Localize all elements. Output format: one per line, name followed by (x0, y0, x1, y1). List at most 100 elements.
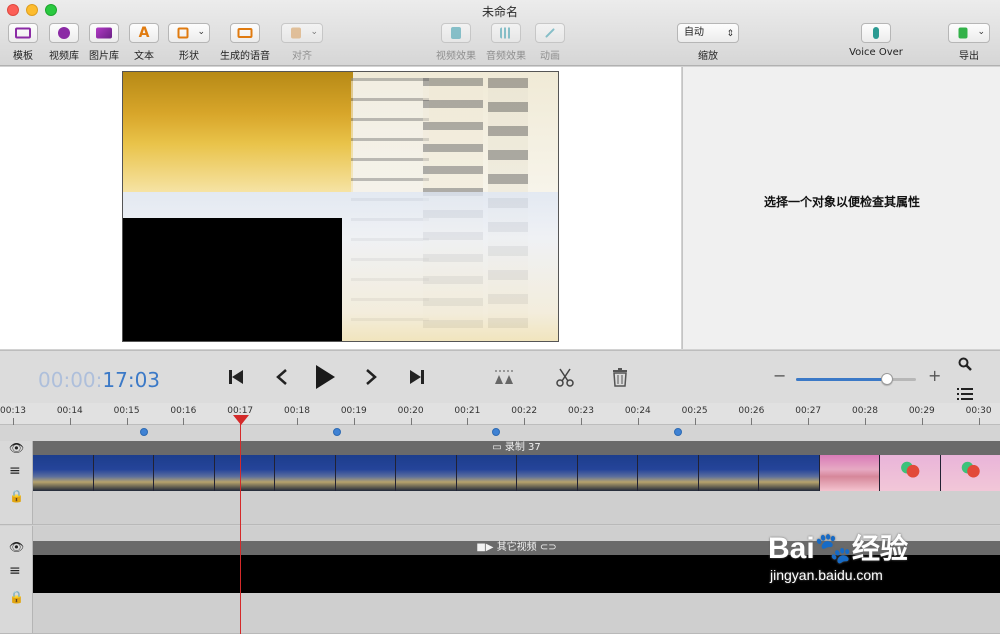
timeline-marker[interactable] (491, 428, 500, 436)
chevron-down-icon: ⌄ (310, 27, 318, 37)
play-icon (316, 365, 335, 389)
zoom-in-icon[interactable]: + (928, 366, 941, 385)
timeline-ruler[interactable]: 00:13 00:14 00:15 00:16 00:17 00:18 00:19 00:20… (0, 403, 1000, 425)
text-a-icon: A (138, 25, 150, 41)
skip-to-start-button[interactable] (223, 363, 249, 391)
ruler-tick-label: 00:21 (454, 406, 481, 416)
magnifier-icon[interactable] (958, 357, 972, 371)
clip-header[interactable]: ▭ 录制 37 (33, 441, 1000, 455)
ruler-tick (921, 418, 923, 425)
ruler-tick-label: 00:20 (397, 406, 424, 416)
step-forward-icon (366, 369, 377, 385)
align-button[interactable]: ⌄ 对齐 (281, 23, 323, 62)
shape-button[interactable]: ⌄ 形状 (168, 23, 210, 62)
image-icon (96, 27, 112, 39)
filmstrip-frame (154, 455, 215, 491)
timecode-dim: 00:00: (38, 368, 103, 392)
canvas-area[interactable] (0, 67, 681, 349)
text-button[interactable]: A 文本 (129, 23, 159, 62)
video-effects-label: 视频效果 (436, 51, 476, 62)
timeline-zoom-slider[interactable] (796, 373, 916, 385)
eye-icon[interactable]: 👁 (9, 540, 24, 554)
timeline-marker[interactable] (673, 428, 682, 436)
cut-button[interactable] (552, 363, 578, 391)
zoom-select[interactable]: 自动 ⇕ (677, 23, 739, 43)
track-controls: 👁 ≡ 🔒 (0, 526, 33, 633)
step-forward-button[interactable] (358, 363, 384, 391)
inspector-empty-message: 选择一个对象以便检查其属性 (763, 195, 920, 209)
camera-icon: ■▶ (476, 542, 494, 553)
drag-handle-icon[interactable]: ≡ (9, 563, 21, 579)
up-down-chevron-icon: ⇕ (726, 29, 734, 39)
ruler-tick-label: 00:14 (56, 406, 83, 416)
ruler-tick-label: 00:18 (284, 406, 310, 416)
eye-icon[interactable]: 👁 (9, 441, 24, 455)
track-recording[interactable]: 👁 ≡ 🔒 ▭ 录制 37 (0, 441, 1000, 525)
skip-end-icon (410, 370, 424, 384)
playhead-line[interactable] (240, 416, 242, 634)
split-button[interactable] (491, 363, 517, 391)
timeline-marker[interactable] (332, 428, 341, 436)
toolbar: 未命名 模板 视频库 图片库 A 文本 ⌄ 形状 生成的语音 ⌄ 对齐 视频效果… (0, 0, 1000, 66)
export-button[interactable]: ⌄ 导出 (948, 23, 990, 62)
ruler-tick (13, 418, 14, 425)
zoom-control[interactable]: 自动 ⇕ 缩放 (677, 23, 739, 62)
animation-button[interactable]: 动画 (535, 23, 565, 62)
magic-wand-icon (545, 28, 555, 38)
skip-start-icon (229, 370, 243, 384)
filmstrip-frame (638, 455, 699, 491)
microphone-icon (873, 27, 879, 39)
lock-icon[interactable]: 🔒 (9, 590, 24, 604)
ruler-tick (410, 418, 412, 425)
delete-button[interactable] (607, 363, 633, 391)
ruler-tick (353, 418, 355, 425)
link-icon: ⊂⊃ (539, 542, 557, 553)
track-controls: 👁 ≡ 🔒 (0, 441, 33, 524)
voice-over-button[interactable]: Voice Over (846, 23, 906, 58)
ruler-tick (183, 418, 185, 425)
ruler-tick (69, 418, 71, 425)
clip-title: 其它视频 (496, 542, 537, 553)
filmstrip-frame (33, 455, 94, 491)
ruler-tick (524, 418, 526, 425)
video-effects-button[interactable]: 视频效果 (432, 23, 480, 62)
timeline-zoom-knob[interactable] (881, 373, 894, 385)
play-button[interactable] (312, 363, 338, 391)
image-library-button[interactable]: 图片库 (88, 23, 120, 62)
playhead-handle[interactable] (233, 415, 250, 425)
filmstrip-frame (698, 455, 759, 491)
list-icon[interactable] (957, 388, 973, 400)
zoom-label: 缩放 (698, 51, 718, 62)
ruler-tick-label: 00:28 (852, 406, 878, 416)
shape-label: 形状 (179, 51, 199, 62)
clip-filmstrip[interactable] (33, 455, 1000, 491)
ruler-tick-label: 00:19 (340, 406, 367, 416)
animation-label: 动画 (540, 51, 560, 62)
step-back-button[interactable] (269, 363, 295, 391)
ruler-tick (581, 418, 582, 425)
paw-logo: 🐾 (814, 532, 853, 565)
timeline-marker[interactable] (139, 428, 148, 436)
preview-black-overlay (123, 218, 342, 341)
drag-handle-icon[interactable]: ≡ (9, 463, 21, 479)
audio-effects-button[interactable]: 音频效果 (484, 23, 528, 62)
ruler-tick (751, 418, 753, 425)
step-back-icon (276, 369, 287, 385)
filmstrip-frame (93, 455, 154, 491)
templates-button[interactable]: 模板 (8, 23, 38, 62)
timecode-current: 17:03 (102, 368, 161, 392)
align-icon (291, 27, 301, 39)
generated-speech-button[interactable]: 生成的语音 (216, 23, 274, 62)
ruler-tick-label: 00:29 (908, 406, 935, 416)
lock-icon[interactable]: 🔒 (9, 489, 24, 503)
video-preview[interactable] (122, 71, 559, 342)
window-title: 未命名 (481, 5, 518, 19)
image-library-label: 图片库 (89, 51, 119, 62)
zoom-out-icon[interactable]: − (773, 366, 786, 385)
filmstrip-frame (275, 455, 336, 491)
skip-to-end-button[interactable] (404, 363, 430, 391)
audio-bars-icon (500, 27, 512, 39)
video-library-button[interactable]: 视频库 (48, 23, 80, 62)
marker-row[interactable] (0, 425, 1000, 441)
ruler-tick (126, 418, 128, 425)
